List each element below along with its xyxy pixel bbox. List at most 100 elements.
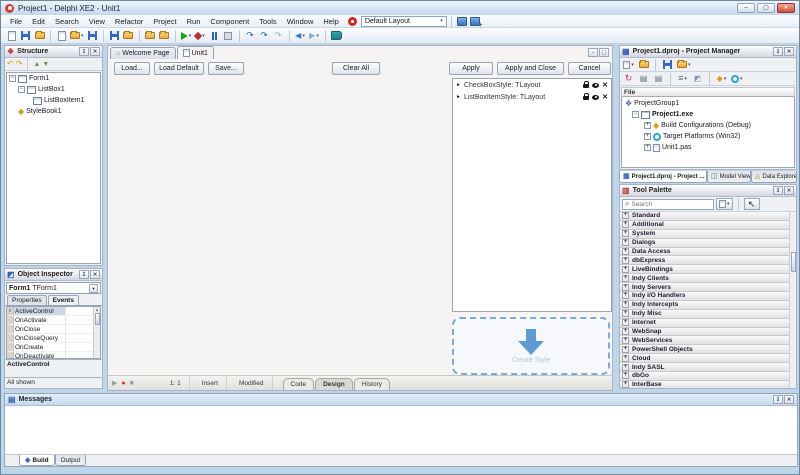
menu-run[interactable]: Run: [182, 16, 206, 27]
apply-button[interactable]: Apply: [449, 62, 493, 75]
collapse-icon[interactable]: –: [588, 48, 598, 57]
sort-by-type-button[interactable]: ▤: [652, 72, 665, 86]
expand-icon[interactable]: ▢: [599, 48, 609, 57]
palette-category[interactable]: + Indy Intercepts: [620, 300, 796, 310]
palette-category[interactable]: + Indy Servers: [620, 283, 796, 293]
palette-category[interactable]: + Data Access: [620, 247, 796, 257]
palette-category[interactable]: + Indy I/O Handlers: [620, 292, 796, 301]
tree-node-listboxitem1[interactable]: ListBoxItem1: [7, 95, 100, 106]
expand-icon[interactable]: +: [622, 256, 629, 264]
pin-icon[interactable]: ↧: [79, 47, 89, 56]
palette-search-box[interactable]: ⌕: [622, 198, 714, 210]
palette-category[interactable]: + Cloud: [620, 354, 796, 364]
activate-button[interactable]: ◩: [691, 72, 704, 86]
expand-icon[interactable]: +: [622, 248, 629, 255]
list-style-button[interactable]: ≡ ▾: [676, 72, 689, 86]
collapse-icon[interactable]: −: [632, 111, 639, 118]
close-file-button[interactable]: [122, 29, 135, 43]
palette-category[interactable]: + InterBase: [620, 380, 796, 388]
palette-category[interactable]: + PowerShell Objects: [620, 345, 796, 355]
file-column-header[interactable]: File: [621, 87, 795, 97]
expand-icon[interactable]: +: [622, 381, 629, 388]
redo-icon[interactable]: ↷: [16, 60, 23, 68]
expand-arrow-icon[interactable]: ►: [456, 94, 461, 100]
close-button[interactable]: ✕: [777, 3, 795, 13]
play-icon[interactable]: ▶: [112, 380, 117, 387]
tab-build[interactable]: ◈ Build: [19, 455, 55, 466]
tree-node-unit1-pas[interactable]: + Unit1.pas: [622, 142, 794, 153]
expand-icon[interactable]: +: [622, 265, 629, 273]
menu-project[interactable]: Project: [148, 16, 181, 27]
run-without-debug-button[interactable]: ▾: [194, 29, 207, 43]
save-button[interactable]: Save...: [208, 62, 244, 75]
pin-icon[interactable]: ↧: [773, 47, 783, 56]
palette-category[interactable]: + dbGo: [620, 372, 796, 381]
palette-category[interactable]: + WebServices: [620, 336, 796, 346]
close-icon[interactable]: ✕: [784, 186, 794, 195]
undo-icon[interactable]: ↶: [7, 60, 14, 68]
minimize-button[interactable]: –: [737, 3, 755, 13]
expand-icon[interactable]: +: [622, 363, 629, 371]
property-row[interactable]: OnCreate: [7, 343, 100, 352]
menu-file[interactable]: File: [5, 16, 27, 27]
menu-component[interactable]: Component: [205, 16, 254, 27]
menu-search[interactable]: Search: [50, 16, 84, 27]
lock-icon[interactable]: [583, 93, 590, 100]
help-button[interactable]: [330, 29, 343, 43]
menu-refactor[interactable]: Refactor: [110, 16, 148, 27]
menu-help[interactable]: Help: [318, 16, 343, 27]
apply-and-close-button[interactable]: Apply and Close: [497, 62, 564, 75]
palette-category[interactable]: + Indy Clients: [620, 274, 796, 284]
expand-arrow-icon[interactable]: ►: [456, 82, 461, 88]
menu-tools[interactable]: Tools: [254, 16, 282, 27]
stop-icon[interactable]: ■: [130, 380, 134, 387]
expand-icon[interactable]: +: [622, 230, 629, 238]
sort-by-name-button[interactable]: ▤: [637, 72, 650, 86]
remove-style-icon[interactable]: ✕: [602, 94, 608, 101]
palette-category[interactable]: + Internet: [620, 318, 796, 328]
create-style-dropzone[interactable]: Create Style: [452, 317, 610, 375]
object-selector-combo[interactable]: Form1 TForm1 ▾: [6, 282, 101, 294]
palette-category[interactable]: + Dialogs: [620, 238, 796, 248]
visibility-icon[interactable]: [592, 82, 600, 88]
property-row[interactable]: OnDeactivate: [7, 352, 100, 358]
expand-icon[interactable]: +: [622, 319, 629, 327]
expand-icon[interactable]: +: [622, 336, 629, 344]
expand-icon[interactable]: +: [622, 328, 629, 336]
close-icon[interactable]: ✕: [90, 47, 100, 56]
open-project-button[interactable]: [637, 58, 650, 72]
expand-icon[interactable]: +: [644, 133, 651, 140]
collapse-icon[interactable]: −: [9, 75, 16, 82]
style-item[interactable]: ► ListBoxItemStyle: TLayout ✕: [453, 91, 611, 103]
run-button[interactable]: ▾: [180, 29, 193, 43]
expand-icon[interactable]: +: [622, 310, 629, 318]
property-row[interactable]: OnClose: [7, 325, 100, 334]
palette-category[interactable]: + System: [620, 229, 796, 239]
expand-icon[interactable]: +: [644, 122, 651, 129]
add-to-project-button[interactable]: [158, 29, 171, 43]
step-over-button[interactable]: ↷: [258, 29, 271, 43]
visibility-icon[interactable]: [592, 94, 600, 100]
navigate-back-button[interactable]: ◀ ▾: [294, 29, 307, 43]
load-button[interactable]: Load...: [114, 62, 150, 75]
tab-events[interactable]: Events: [47, 295, 79, 305]
add-file-button[interactable]: [661, 58, 674, 72]
style-item[interactable]: ► CheckBoxStyle: TLayout ✕: [453, 79, 611, 91]
tab-design[interactable]: Design: [315, 378, 353, 390]
platform-button[interactable]: ▾: [730, 72, 744, 86]
expand-icon[interactable]: +: [622, 283, 629, 291]
expand-icon[interactable]: +: [622, 372, 629, 380]
tab-code[interactable]: Code: [282, 378, 315, 390]
scrollbar[interactable]: [789, 212, 796, 388]
tree-node-form1[interactable]: − Form1: [7, 73, 100, 84]
trace-into-button[interactable]: ↷: [244, 29, 257, 43]
save-layout-button[interactable]: [456, 14, 469, 28]
menu-edit[interactable]: Edit: [27, 16, 50, 27]
paste-button[interactable]: [5, 29, 18, 43]
open-file-button[interactable]: ▾: [69, 29, 85, 43]
record-icon[interactable]: ●: [121, 380, 125, 387]
expand-icon[interactable]: +: [644, 144, 651, 151]
tab-model-view[interactable]: ◫ Model View: [707, 171, 751, 183]
pin-icon[interactable]: ↧: [773, 395, 783, 404]
new-items-button[interactable]: [55, 29, 68, 43]
